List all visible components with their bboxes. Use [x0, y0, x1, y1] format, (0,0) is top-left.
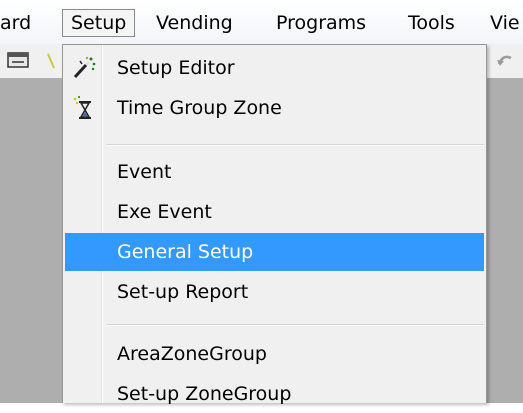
menu-item-setup-report[interactable]: Set-up Report: [65, 273, 484, 311]
menu-item-general-setup[interactable]: General Setup: [65, 233, 484, 271]
menu-item-setup[interactable]: Setup: [62, 9, 136, 37]
menu-item-area-zone-group[interactable]: AreaZoneGroup: [65, 335, 484, 373]
menu-item-setup-editor[interactable]: Setup Editor: [65, 49, 484, 87]
menu-item-label: Time Group Zone: [117, 97, 282, 119]
setup-dropdown-menu: Setup Editor Time Group Zone Event Exe E…: [62, 44, 487, 405]
toolbar-right: [487, 44, 523, 78]
hourglass-icon: [73, 95, 91, 119]
menu-item-wizard[interactable]: ard: [0, 9, 31, 37]
menu-item-label: General Setup: [117, 241, 254, 263]
menu-separator: [107, 324, 484, 326]
menu-item-label: Set-up Report: [117, 281, 249, 303]
menu-item-programs[interactable]: Programs: [276, 9, 366, 37]
menu-item-exe-event[interactable]: Exe Event: [65, 193, 484, 231]
menu-item-tools[interactable]: Tools: [408, 9, 455, 37]
menu-item-view[interactable]: Vie: [490, 9, 520, 37]
menu-item-time-group-zone[interactable]: Time Group Zone: [65, 89, 484, 127]
menu-separator: [107, 144, 484, 146]
toolbar-sparkle-icon[interactable]: [44, 52, 58, 72]
toolbar: [0, 44, 62, 78]
menu-item-label: AreaZoneGroup: [117, 343, 267, 365]
menu-item-setup-zone-group[interactable]: Set-up ZoneGroup: [65, 375, 484, 413]
menu-item-vending[interactable]: Vending: [156, 9, 233, 37]
menu-item-label: Event: [117, 161, 172, 183]
menu-item-event[interactable]: Event: [65, 153, 484, 191]
toolbar-undo-icon[interactable]: [493, 50, 517, 72]
menu-bar: ard Setup Vending Programs Tools Vie: [0, 0, 523, 45]
menu-item-label: Exe Event: [117, 201, 212, 223]
app-workspace: [0, 78, 62, 403]
menu-item-label: Set-up ZoneGroup: [117, 383, 292, 405]
menu-item-label: Setup Editor: [117, 57, 235, 79]
magic-wand-icon: [73, 56, 96, 79]
toolbar-window-icon[interactable]: [6, 50, 34, 72]
app-workspace-right: [487, 78, 523, 403]
